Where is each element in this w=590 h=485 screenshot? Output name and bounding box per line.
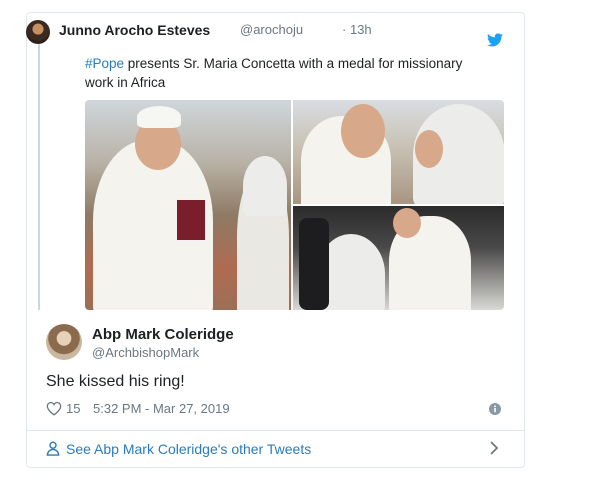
media-grid[interactable] bbox=[85, 100, 504, 310]
divider bbox=[27, 430, 524, 431]
reply-author-avatar[interactable] bbox=[46, 324, 82, 360]
time-separator: · bbox=[342, 22, 347, 37]
hashtag-link[interactable]: #Pope bbox=[85, 56, 124, 71]
quoted-author-avatar[interactable] bbox=[26, 20, 50, 44]
person-icon bbox=[46, 441, 60, 456]
photo-2[interactable] bbox=[293, 100, 504, 204]
reply-author-name[interactable]: Abp Mark Coleridge bbox=[92, 326, 234, 343]
thread-connector bbox=[38, 34, 40, 310]
photo-1[interactable] bbox=[85, 100, 291, 310]
quoted-tweet-body: presents Sr. Maria Concetta with a medal… bbox=[85, 56, 463, 90]
quoted-author-handle[interactable]: @arochoju bbox=[240, 22, 303, 37]
info-icon[interactable] bbox=[489, 403, 501, 415]
reply-author-handle[interactable]: @ArchbishopMark bbox=[92, 345, 199, 360]
chevron-right-icon[interactable] bbox=[489, 441, 499, 455]
heart-icon[interactable] bbox=[46, 401, 62, 416]
reply-text: She kissed his ring! bbox=[46, 373, 185, 390]
quoted-author-name[interactable]: Junno Arocho Esteves bbox=[59, 22, 210, 38]
like-count[interactable]: 15 bbox=[66, 401, 80, 416]
quoted-tweet-text: #Pope presents Sr. Maria Concetta with a… bbox=[85, 54, 485, 92]
other-tweets-label[interactable]: See Abp Mark Coleridge's other Tweets bbox=[66, 441, 311, 457]
quoted-tweet-time[interactable]: · 13h bbox=[342, 22, 372, 37]
photo-3[interactable] bbox=[293, 206, 504, 310]
time-ago[interactable]: 13h bbox=[350, 22, 372, 37]
tweet-timestamp[interactable]: 5:32 PM - Mar 27, 2019 bbox=[93, 401, 230, 416]
twitter-bird-icon[interactable] bbox=[487, 33, 503, 47]
